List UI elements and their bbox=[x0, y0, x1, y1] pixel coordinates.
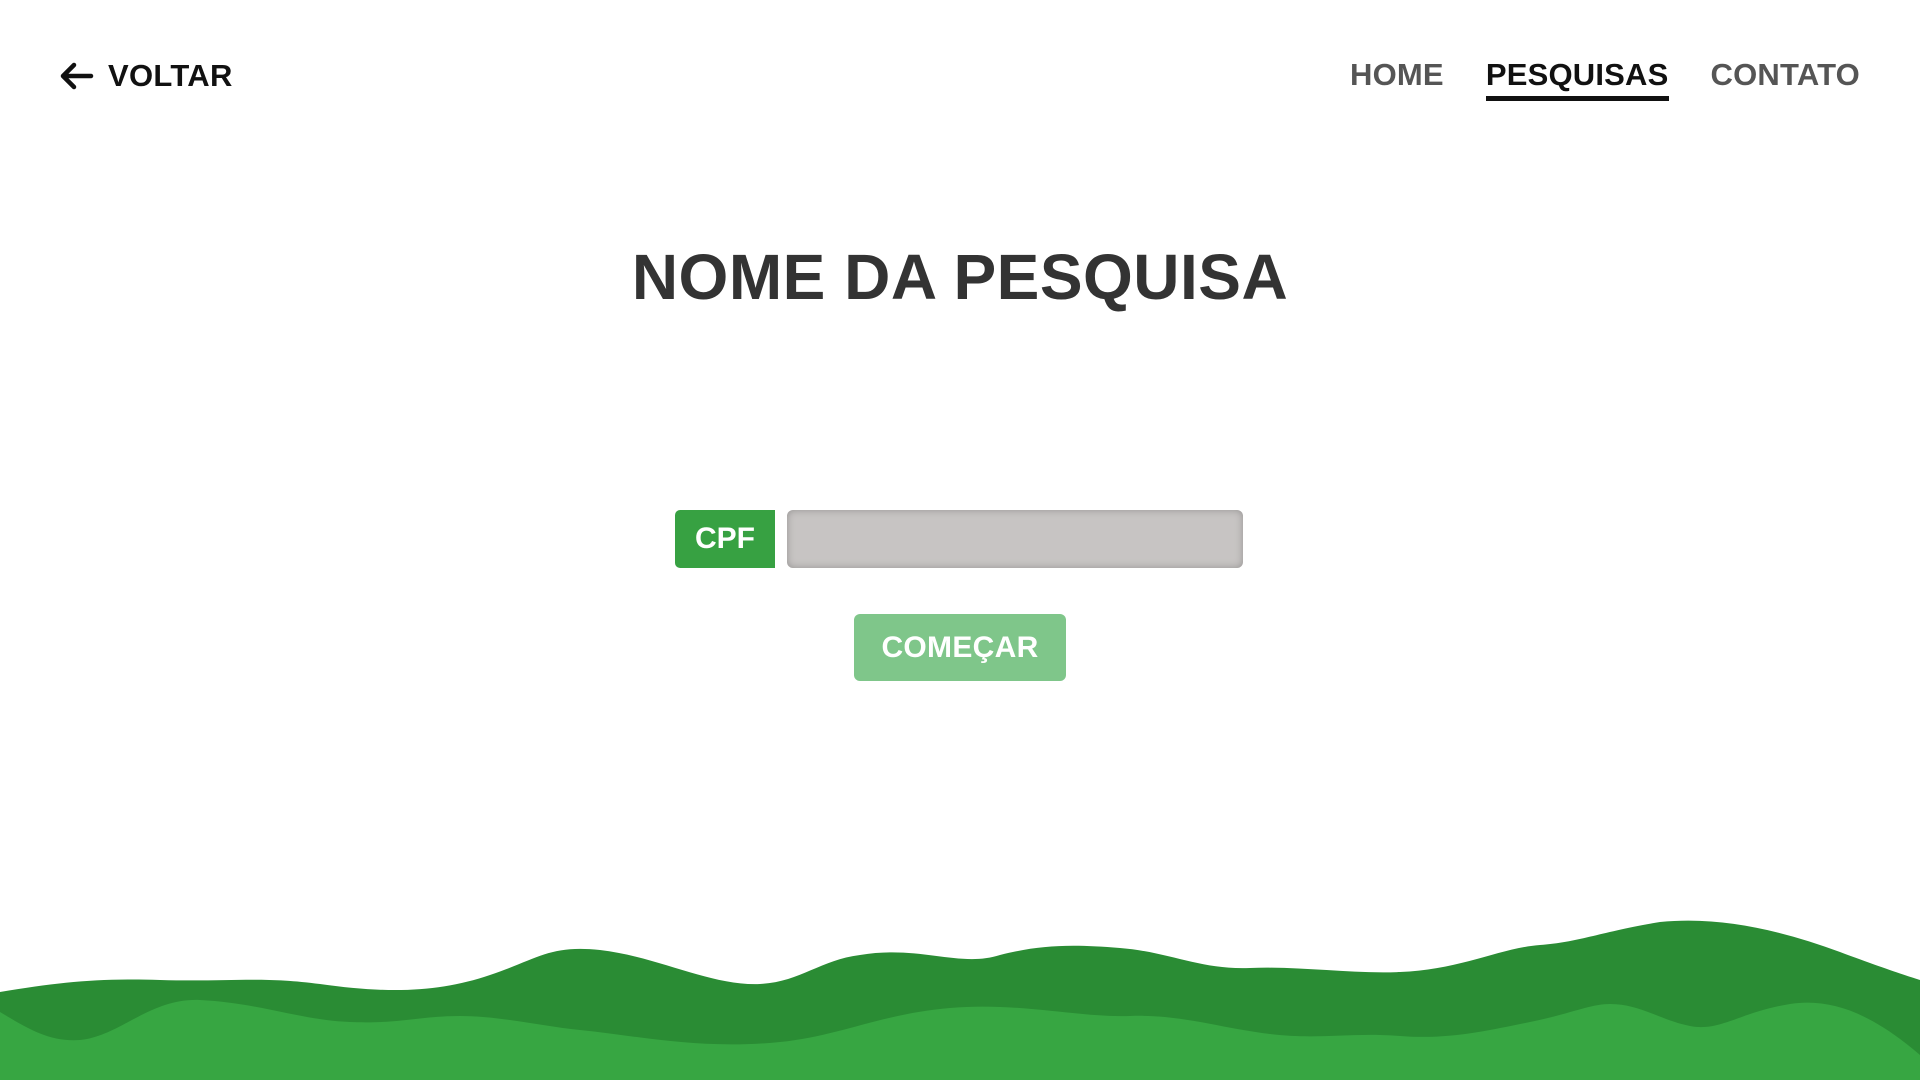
cpf-label: CPF bbox=[675, 510, 775, 568]
page: VOLTAR HOME PESQUISAS CONTATO NOME DA PE… bbox=[0, 0, 1920, 1080]
nav-home[interactable]: HOME bbox=[1350, 57, 1444, 101]
cpf-input[interactable] bbox=[787, 510, 1243, 568]
page-title: NOME DA PESQUISA bbox=[631, 241, 1289, 313]
decorative-waves bbox=[0, 920, 1920, 1080]
nav-pesquisas[interactable]: PESQUISAS bbox=[1485, 57, 1669, 101]
back-button[interactable]: VOLTAR bbox=[58, 58, 233, 94]
nav-contato[interactable]: CONTATO bbox=[1711, 57, 1861, 101]
arrow-left-icon bbox=[60, 62, 94, 90]
start-button[interactable]: COMEÇAR bbox=[854, 614, 1066, 681]
top-nav: HOME PESQUISAS CONTATO bbox=[1350, 57, 1860, 101]
back-label: VOLTAR bbox=[108, 58, 233, 93]
cpf-field-group: CPF bbox=[675, 510, 1243, 568]
